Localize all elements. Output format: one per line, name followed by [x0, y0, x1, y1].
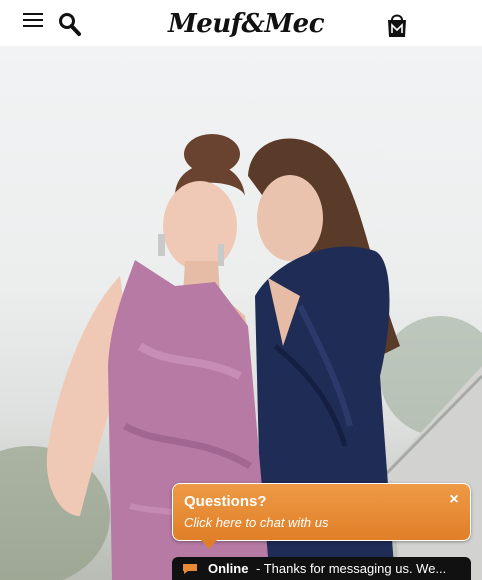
chat-subtitle: Click here to chat with us: [184, 515, 329, 530]
site-header: Meuf&Mec: [0, 0, 482, 46]
search-icon[interactable]: [58, 12, 82, 38]
chat-title: Questions?: [184, 493, 267, 510]
chat-status-bar[interactable]: Online - Thanks for messaging us. We...: [172, 557, 471, 580]
chat-status-message: - Thanks for messaging us. We...: [256, 561, 447, 576]
chat-bubble-icon: [183, 564, 197, 574]
close-icon[interactable]: ×: [447, 492, 461, 508]
hamburger-menu-icon[interactable]: [23, 13, 43, 29]
brand-logo[interactable]: Meuf&Mec: [168, 6, 325, 42]
chat-status-label: Online: [208, 561, 249, 576]
chat-prompt-bubble[interactable]: Questions? Click here to chat with us ×: [172, 483, 471, 549]
shopping-bag-icon[interactable]: [385, 12, 409, 38]
